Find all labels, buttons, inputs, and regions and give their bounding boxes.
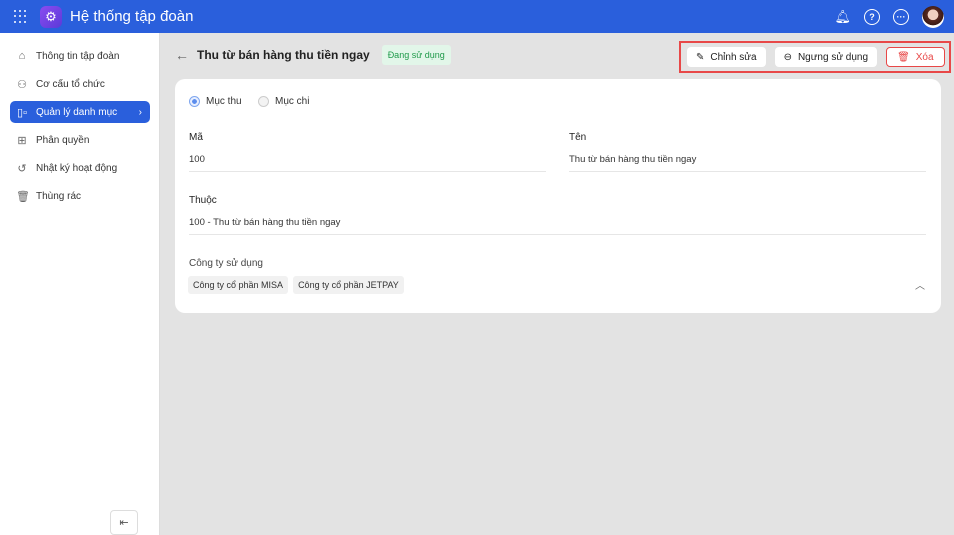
sidebar-item-activity-log[interactable]: ↺ Nhật ký hoạt động [10, 157, 150, 179]
pencil-icon: ✎ [696, 51, 705, 63]
chevron-up-icon[interactable]: ︿ [915, 277, 925, 292]
deactivate-button[interactable]: ⊖ Ngưng sử dụng [774, 47, 878, 67]
category-icon: ▯▫ [17, 106, 27, 119]
collapse-sidebar-button[interactable]: ⇤ [110, 510, 138, 535]
sidebar-item-org-structure[interactable]: ⚇ Cơ cấu tổ chức [10, 73, 150, 95]
org-chart-icon: ⚇ [17, 78, 27, 91]
apps-grid-icon[interactable] [14, 9, 28, 24]
edit-label: Chỉnh sửa [710, 51, 757, 63]
chevron-right-icon: › [138, 106, 142, 118]
sidebar-item-trash[interactable]: 🗑︎ Thùng rác [10, 185, 150, 207]
edit-button[interactable]: ✎ Chỉnh sửa [687, 47, 766, 67]
avatar[interactable] [922, 6, 944, 28]
parent-value: 100 - Thu từ bán hàng thu tiền ngay [189, 217, 926, 235]
sidebar-item-label: Nhật ký hoạt động [36, 162, 118, 174]
bell-icon[interactable]: 🔔︎ [834, 9, 851, 25]
page-title: Thu từ bán hàng thu tiền ngay [197, 48, 370, 62]
radio-income[interactable]: Mục thu [189, 96, 242, 107]
companies-label: Công ty sử dụng [189, 258, 263, 269]
gear-icon: ⚙ [40, 5, 62, 28]
action-toolbar: ✎ Chỉnh sửa ⊖ Ngưng sử dụng 🗑︎ Xóa [679, 41, 951, 73]
delete-button[interactable]: 🗑︎ Xóa [886, 47, 945, 67]
help-icon[interactable]: ? [864, 9, 880, 25]
back-arrow-icon[interactable]: ← [175, 47, 189, 63]
app-title: Hệ thống tập đoàn [70, 8, 194, 25]
more-icon[interactable]: ··· [893, 9, 909, 25]
parent-label: Thuộc [189, 195, 217, 206]
trash-icon: 🗑︎ [16, 190, 30, 203]
sidebar-item-category-management[interactable]: ▯▫ Quản lý danh mục › [10, 101, 150, 123]
deactivate-label: Ngưng sử dụng [797, 51, 869, 63]
sidebar-item-company-info[interactable]: ⌂ Thông tin tập đoàn [10, 45, 150, 67]
sidebar: ⌂ Thông tin tập đoàn ⚇ Cơ cấu tổ chức ▯▫ Qu… [0, 33, 160, 535]
delete-label: Xóa [915, 51, 934, 63]
status-badge: Đang sử dụng [381, 45, 451, 65]
name-value: Thu từ bán hàng thu tiền ngay [569, 154, 926, 172]
collapse-icon: ⇤ [119, 517, 129, 529]
radio-expense[interactable]: Mục chi [258, 96, 309, 107]
company-chip: Công ty cổ phần JETPAY [293, 276, 404, 294]
app-header: ⚙ Hệ thống tập đoàn 🔔︎ ? ··· [0, 0, 954, 33]
radio-label: Mục thu [206, 96, 242, 107]
sidebar-item-label: Cơ cấu tổ chức [36, 78, 105, 90]
sidebar-item-label: Phân quyền [36, 134, 90, 146]
company-chip: Công ty cổ phần MISA [188, 276, 289, 294]
radio-label: Mục chi [275, 96, 310, 107]
permission-icon: ⊞ [17, 134, 27, 147]
sidebar-item-label: Thông tin tập đoàn [36, 50, 120, 62]
minus-circle-icon: ⊖ [783, 51, 792, 63]
name-label: Tên [569, 132, 587, 143]
home-icon: ⌂ [18, 50, 26, 62]
trash-icon: 🗑︎ [897, 51, 910, 63]
sidebar-item-label: Thùng rác [36, 190, 82, 202]
detail-card: Mục thu Mục chi Mã 100 Tên Thu từ bán hà… [175, 79, 941, 313]
sidebar-item-permissions[interactable]: ⊞ Phân quyền [10, 129, 150, 151]
code-label: Mã [189, 132, 203, 143]
code-value: 100 [189, 154, 546, 172]
sidebar-item-label: Quản lý danh mục [36, 106, 118, 118]
history-icon: ↺ [17, 162, 27, 175]
